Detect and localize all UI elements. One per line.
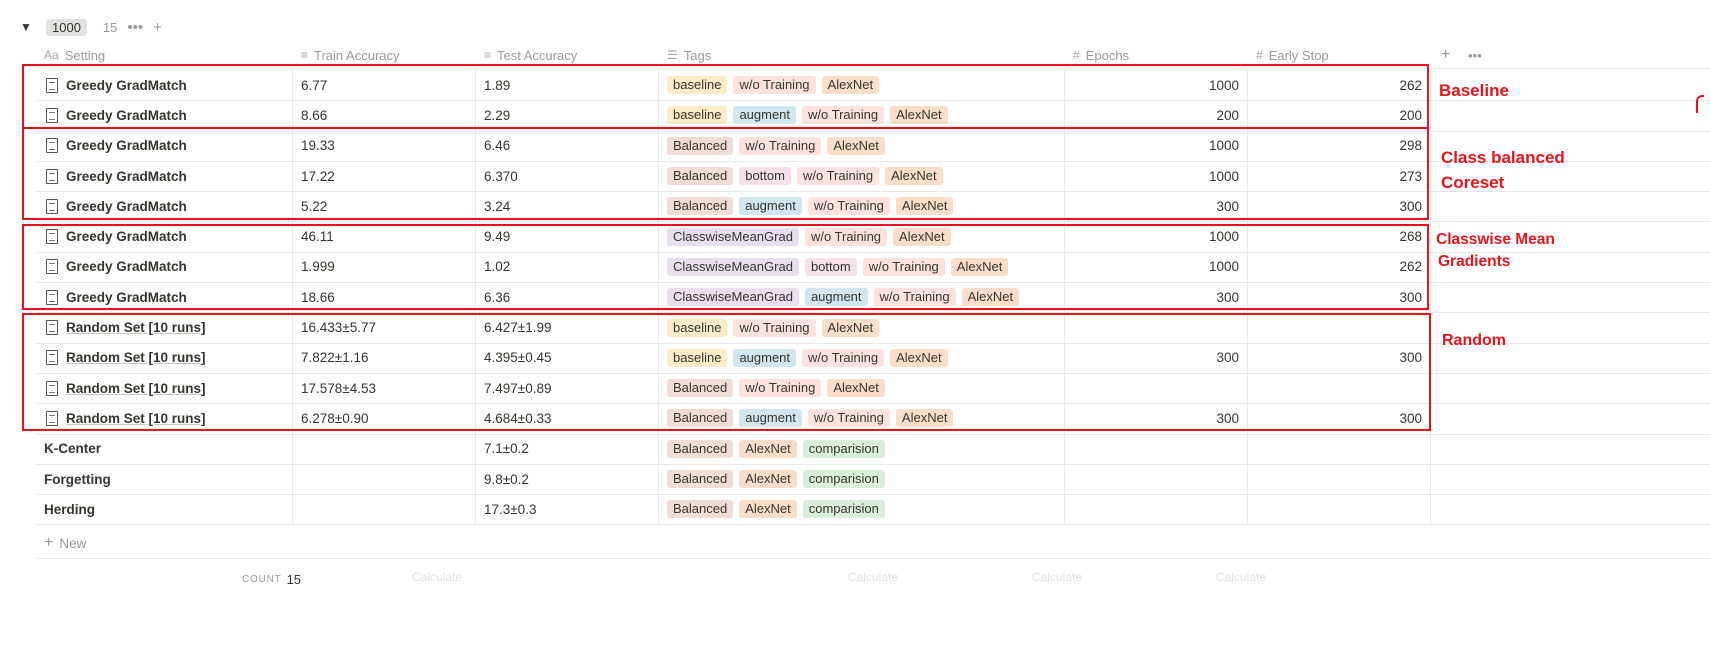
table-row[interactable]: Herding 17.3±0.3 Balanced AlexNet comparisio… (36, 494, 1710, 526)
tag-pill: Balanced (667, 500, 734, 519)
cell-early-stop[interactable] (1248, 433, 1431, 464)
tag-pill: Balanced (667, 470, 734, 489)
cell-tags[interactable]: Balanced AlexNet comparision (659, 494, 1065, 525)
baseline-group-box (22, 64, 1429, 129)
column-label: Test Accuracy (497, 47, 578, 63)
cell-test-accuracy[interactable]: 9.8±0.2 (476, 463, 659, 495)
number-hash-icon: # (1256, 48, 1263, 62)
add-column-icon[interactable]: + (1441, 42, 1450, 68)
table-row[interactable]: K-Center 7.1±0.2 Balanced AlexNet comparisio… (36, 433, 1710, 465)
column-label: Early Stop (1268, 47, 1329, 63)
setting-title[interactable]: K-Center (44, 441, 101, 456)
cell-setting[interactable]: Forgetting (36, 463, 293, 495)
annotation-class-balanced-line1: Class balanced (1441, 148, 1565, 167)
cell-epochs[interactable] (1065, 494, 1248, 525)
multi-select-list-icon: ☰ (667, 48, 678, 62)
count-value: 15 (286, 571, 302, 587)
new-row-button[interactable]: + New (36, 528, 1710, 559)
class-balanced-group-box (22, 127, 1429, 220)
cell-test-accuracy[interactable]: 7.1±0.2 (476, 433, 659, 464)
cell-early-stop[interactable] (1248, 463, 1431, 495)
column-label: Tags (683, 47, 712, 63)
group-more-icon[interactable]: ••• (127, 19, 143, 36)
column-label: Epochs (1085, 47, 1130, 63)
tag-pill: Balanced (667, 439, 734, 458)
cell-early-stop[interactable] (1248, 494, 1431, 525)
annotation-edge-mark (1696, 95, 1704, 113)
calculate-early-stop[interactable]: Calculate (1216, 570, 1266, 584)
cell-train-accuracy[interactable] (293, 494, 476, 525)
cell-test-accuracy[interactable]: 17.3±0.3 (476, 494, 659, 525)
tag-pill: AlexNet (739, 470, 797, 489)
cell-tags[interactable]: Balanced AlexNet comparision (659, 433, 1065, 464)
cell-epochs[interactable] (1065, 433, 1248, 464)
collapse-triangle-icon[interactable]: ▼ (20, 20, 34, 34)
group-count: 15 (102, 19, 118, 35)
count-footer[interactable]: COUNT 15 (242, 568, 301, 590)
setting-title[interactable]: Herding (44, 502, 95, 517)
annotation-class-balanced-line2: Coreset (1441, 173, 1505, 192)
setting-title[interactable]: Forgetting (44, 472, 111, 487)
tag-pill: comparision (802, 439, 885, 458)
text-lines-icon: ≡ (301, 48, 309, 62)
plus-icon: + (44, 534, 54, 551)
calculate-epochs[interactable]: Calculate (1032, 570, 1082, 584)
cell-setting[interactable]: Herding (36, 494, 293, 525)
annotation-random: Random (1442, 332, 1506, 349)
classwise-group-box (22, 224, 1429, 310)
cell-train-accuracy[interactable] (293, 463, 476, 495)
group-add-icon[interactable]: + (153, 19, 162, 36)
annotation-baseline: Baseline (1439, 81, 1509, 100)
calculate-test-accuracy[interactable]: Calculate (412, 570, 462, 584)
text-property-icon: Aa (44, 48, 59, 62)
random-group-box (22, 313, 1431, 431)
cell-epochs[interactable] (1065, 463, 1248, 495)
cell-tags[interactable]: Balanced AlexNet comparision (659, 463, 1065, 495)
column-more-icon[interactable]: ••• (1468, 42, 1482, 68)
column-label: Setting (64, 47, 106, 63)
group-name-badge[interactable]: 1000 (46, 18, 87, 36)
number-hash-icon: # (1073, 48, 1080, 62)
annotation-classwise-line1: Classwise Mean (1436, 231, 1555, 248)
cell-train-accuracy[interactable] (293, 433, 476, 464)
annotation-classwise-line2: Gradients (1438, 253, 1511, 270)
column-label: Train Accuracy (314, 47, 400, 63)
cell-setting[interactable]: K-Center (36, 433, 293, 464)
new-row-label: New (59, 535, 87, 551)
count-label: COUNT (242, 573, 282, 585)
tag-pill: comparision (802, 470, 885, 489)
calculate-tags[interactable]: Calculate (848, 570, 898, 584)
tag-pill: comparision (802, 500, 885, 519)
tag-pill: AlexNet (739, 439, 797, 458)
tag-pill: AlexNet (739, 500, 797, 519)
table-row[interactable]: Forgetting 9.8±0.2 Balanced AlexNet comparis… (36, 463, 1710, 496)
text-lines-icon: ≡ (484, 48, 492, 62)
group-header: ▼ 1000 15 ••• + (20, 16, 162, 38)
